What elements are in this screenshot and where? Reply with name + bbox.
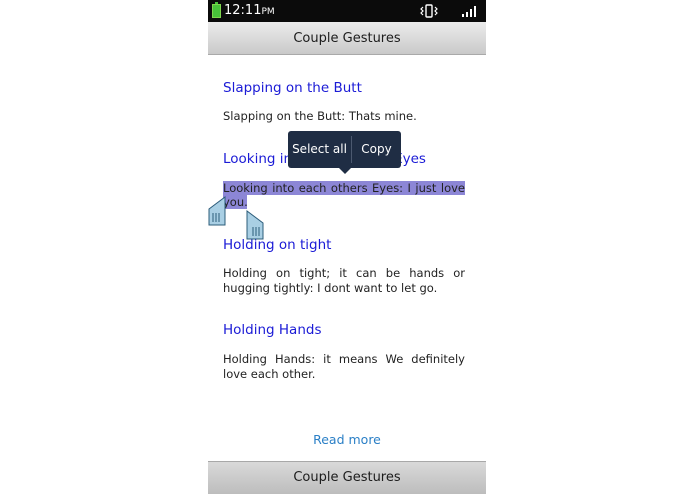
battery-icon — [212, 2, 221, 18]
section-heading: Holding Hands — [223, 322, 322, 338]
section-text: Slapping on the Butt: Thats mine. — [223, 109, 417, 123]
section-heading: Holding on tight — [223, 237, 332, 253]
read-more-link[interactable]: Read more — [208, 432, 486, 447]
text-context-menu: Select all Copy — [288, 131, 401, 174]
bottom-bar[interactable]: Couple Gestures — [208, 461, 486, 494]
vibrate-icon — [420, 4, 438, 18]
selection-end-handle-icon[interactable] — [246, 210, 264, 240]
status-bar: 12:11PM — [208, 0, 486, 22]
copy-button[interactable]: Copy — [352, 131, 401, 168]
select-all-button[interactable]: Select all — [288, 131, 351, 168]
status-time: 12:11PM — [224, 2, 275, 21]
text-selection[interactable]: Looking into each others Eyes: I just lo… — [223, 181, 465, 209]
selection-start-handle-icon[interactable] — [208, 196, 226, 226]
title-bar: Couple Gestures — [208, 22, 486, 55]
status-time-value: 12:11 — [224, 3, 262, 18]
phone-screen: 12:11PM Couple Gestures Slapping on the … — [208, 0, 486, 494]
section-text: Looking into each others Eyes: I just lo… — [223, 181, 465, 209]
signal-icon — [462, 6, 476, 17]
section-text: Holding Hands: it means We definitely lo… — [223, 352, 465, 381]
section-text: Holding on tight; it can be hands or hug… — [223, 266, 465, 295]
status-time-ampm: PM — [261, 7, 275, 17]
section-heading: Slapping on the Butt — [223, 80, 362, 96]
